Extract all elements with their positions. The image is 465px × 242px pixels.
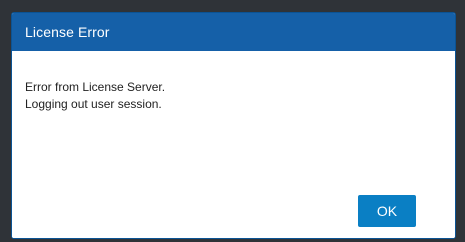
dialog-title: License Error	[25, 24, 110, 40]
message-line-2: Logging out user session.	[25, 97, 162, 111]
message-line-1: Error from License Server.	[25, 80, 166, 94]
ok-button[interactable]: OK	[358, 195, 416, 227]
dialog-title-bar: License Error	[12, 13, 455, 51]
dialog-message: Error from License Server. Logging out u…	[25, 79, 165, 113]
license-error-dialog: License Error Error from License Server.…	[11, 12, 456, 239]
dialog-body: Error from License Server. Logging out u…	[12, 51, 455, 238]
